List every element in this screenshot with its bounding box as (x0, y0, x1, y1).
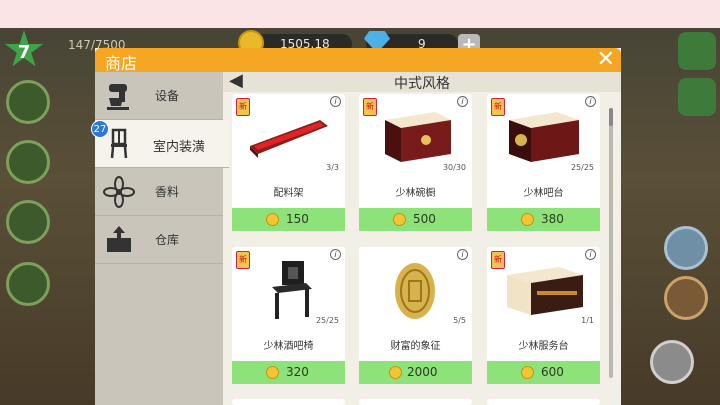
cupboard-icon (385, 112, 451, 162)
coin-icon (266, 366, 279, 379)
buy-button[interactable]: 150 (232, 208, 345, 231)
section-header: ◀ 中式风格 (223, 70, 621, 92)
service-counter-icon (507, 267, 583, 315)
tab-spices[interactable]: 香料 (95, 168, 223, 216)
item-price: 320 (286, 365, 309, 379)
coin-icon (521, 213, 534, 226)
item-card-partial[interactable] (359, 399, 472, 405)
spice-rack-icon (250, 120, 328, 158)
item-price: 2000 (407, 365, 438, 379)
spice-icon (103, 176, 135, 208)
gift-icon[interactable] (6, 262, 50, 306)
item-price: 600 (541, 365, 564, 379)
scroll-thumb[interactable] (609, 108, 613, 126)
item-card[interactable]: i 5/5 财富的象征 2000 (359, 247, 472, 384)
stock-count: 30/30 (442, 163, 466, 172)
tab-label: 仓库 (155, 233, 180, 247)
buy-button[interactable]: 320 (232, 361, 345, 384)
item-name: 配料架 (273, 188, 304, 199)
item-name: 少林吧台 (523, 188, 564, 199)
bar-counter-icon (509, 112, 579, 162)
item-name: 少林碗橱 (395, 188, 436, 199)
stock-count: 5/5 (453, 316, 466, 325)
item-name: 少林服务台 (518, 341, 569, 352)
close-button[interactable]: ✕ (597, 49, 615, 71)
menu-list-icon[interactable] (678, 32, 716, 70)
scrollbar[interactable] (609, 108, 613, 378)
fortune-coin-icon (395, 263, 435, 319)
map-icon[interactable] (664, 226, 708, 270)
recipe-book-icon[interactable] (6, 80, 50, 124)
tab-label: 香料 (155, 185, 180, 199)
stock-count: 1/1 (581, 316, 594, 325)
buy-button[interactable]: 500 (359, 208, 472, 231)
item-card[interactable]: 新 i 1/1 少林服务台 600 (487, 247, 600, 384)
item-card[interactable]: 新 i 25/25 少林吧台 380 (487, 94, 600, 231)
buy-button[interactable]: 380 (487, 208, 600, 231)
tab-equipment[interactable]: 设备 (95, 72, 223, 120)
gamepad-icon[interactable] (678, 78, 716, 116)
item-price: 500 (413, 212, 436, 226)
stock-count: 25/25 (315, 316, 339, 325)
coin-icon (266, 213, 279, 226)
coin-icon (389, 366, 402, 379)
section-title: 中式风格 (394, 76, 450, 92)
cash-register-icon[interactable] (650, 340, 694, 384)
item-card-partial[interactable] (487, 399, 600, 405)
shop-title: 商店 (105, 54, 138, 73)
tab-label: 设备 (155, 89, 180, 103)
top-band (0, 0, 720, 28)
stock-count: 25/25 (570, 163, 594, 172)
item-card-partial[interactable] (232, 399, 345, 405)
coin-icon (393, 213, 406, 226)
shop-header: 商店 ✕ (95, 48, 621, 73)
tab-label: 室内装潢 (153, 140, 206, 155)
mixer-icon (103, 80, 135, 112)
tab-storage[interactable]: 仓库 (95, 216, 223, 264)
item-card[interactable]: 新 i 30/30 少林碗橱 500 (359, 94, 472, 231)
item-price: 150 (286, 212, 309, 226)
item-card[interactable]: 新 i 25/25 少林酒吧椅 320 (232, 247, 345, 384)
category-sidebar: 设备 27 室内装潢 香料 仓库 (91, 72, 229, 405)
item-name: 少林酒吧椅 (263, 341, 314, 352)
coffee-icon[interactable] (664, 276, 708, 320)
box-icon (103, 224, 135, 256)
coin-icon (521, 366, 534, 379)
phone-icon[interactable] (6, 200, 50, 244)
tab-interior[interactable]: 27 室内装潢 (91, 120, 229, 168)
item-name: 财富的象征 (390, 341, 441, 352)
buy-button[interactable]: 600 (487, 361, 600, 384)
item-card[interactable]: 新 i 3/3 配料架 150 (232, 94, 345, 231)
bar-stool-icon (272, 261, 312, 319)
cooking-icon[interactable] (6, 140, 50, 184)
chair-icon (103, 128, 135, 160)
buy-button[interactable]: 2000 (359, 361, 472, 384)
item-price: 380 (541, 212, 564, 226)
stock-count: 3/3 (326, 163, 339, 172)
